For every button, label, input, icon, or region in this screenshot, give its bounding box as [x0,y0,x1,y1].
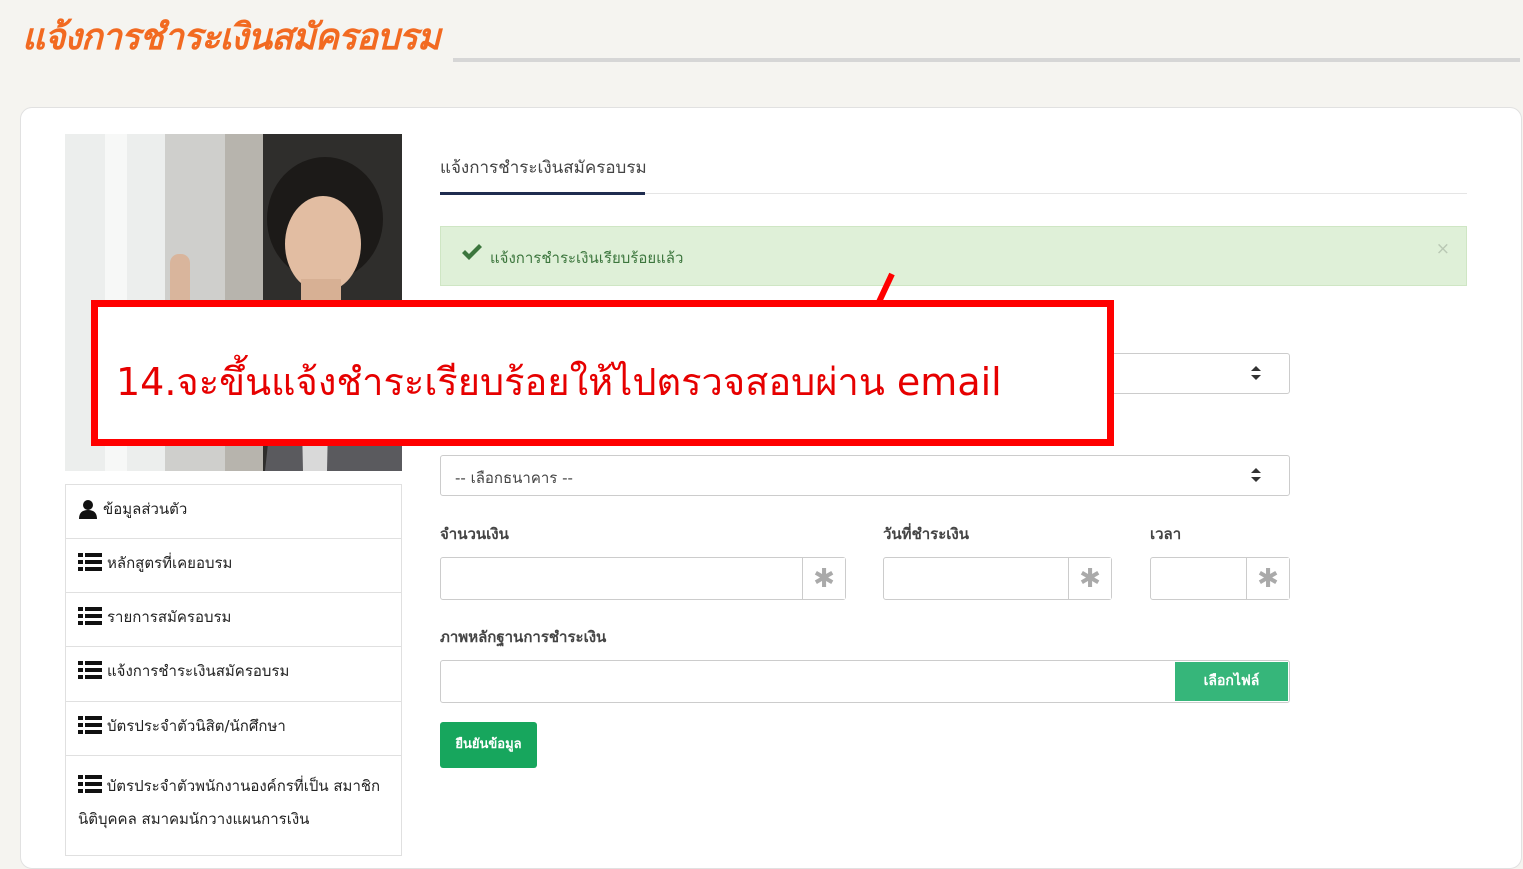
evidence-file-field[interactable]: เลือกไฟล์ [440,660,1290,703]
bank-select-value: -- เลือกธนาคาร -- [455,469,573,487]
required-icon: ✱ [802,558,845,599]
side-item-label: รายการสมัครอบรม [107,608,232,626]
tab-active-indicator [440,192,645,195]
submit-button[interactable]: ยืนยันข้อมูล [440,722,537,768]
list-icon [78,661,102,684]
date-label: วันที่ชำระเงิน [883,525,969,543]
time-field[interactable]: ✱ [1150,557,1290,600]
list-icon [78,553,102,576]
side-item-profile[interactable]: ข้อมูลส่วนตัว [65,484,402,539]
title-divider [453,58,1520,62]
side-item-label: ข้อมูลส่วนตัว [103,500,188,518]
side-item-courses-history[interactable]: หลักสูตรที่เคยอบรม [65,539,402,593]
sort-caret-icon [1251,468,1261,486]
sort-caret-icon [1251,366,1261,384]
user-icon [78,499,98,524]
amount-label: จำนวนเงิน [440,525,509,543]
tab-payment-notice[interactable]: แจ้งการชำระเงินสมัครอบรม [440,154,647,181]
date-field[interactable]: ✱ [883,557,1112,600]
side-item-payment-notice[interactable]: แจ้งการชำระเงินสมัครอบรม [65,647,402,702]
amount-field[interactable]: ✱ [440,557,846,600]
side-item-label: บัตรประจำตัวพนักงานองค์กรที่เป็น สมาชิกน… [78,777,381,828]
side-menu: ข้อมูลส่วนตัว หลักสูตรที่เคยอบรม รายการส… [65,484,402,856]
side-item-registrations[interactable]: รายการสมัครอบรม [65,593,402,647]
side-item-member-card[interactable]: บัตรประจำตัวพนักงานองค์กรที่เป็น สมาชิกน… [65,756,402,856]
close-icon[interactable]: × [1436,239,1450,259]
required-icon: ✱ [1246,558,1289,599]
list-icon [78,607,102,630]
annotation-text: 14.จะขึ้นแจ้งชำระเรียบร้อยให้ไปตรวจสอบผ่… [116,360,1002,404]
evidence-label: ภาพหลักฐานการชำระเงิน [440,628,607,646]
choose-file-button[interactable]: เลือกไฟล์ [1175,662,1288,701]
side-item-label: บัตรประจำตัวนิสิต/นักศึกษา [107,717,286,735]
page-title: แจ้งการชำระเงินสมัครอบรม [22,17,441,58]
list-icon [78,775,102,798]
required-icon: ✱ [1068,558,1111,599]
bank-select[interactable]: -- เลือกธนาคาร -- [440,455,1290,496]
side-item-label: หลักสูตรที่เคยอบรม [107,554,233,572]
side-item-student-card[interactable]: บัตรประจำตัวนิสิต/นักศึกษา [65,702,402,756]
check-icon [461,243,483,265]
tab-divider [645,193,1467,194]
alert-message: แจ้งการชำระเงินเรียบร้อยแล้ว [490,249,684,267]
list-icon [78,716,102,739]
side-item-label: แจ้งการชำระเงินสมัครอบรม [107,662,290,680]
success-alert: แจ้งการชำระเงินเรียบร้อยแล้ว × [440,226,1467,286]
annotation-callout: 14.จะขึ้นแจ้งชำระเรียบร้อยให้ไปตรวจสอบผ่… [91,300,1114,446]
time-label: เวลา [1150,525,1182,543]
